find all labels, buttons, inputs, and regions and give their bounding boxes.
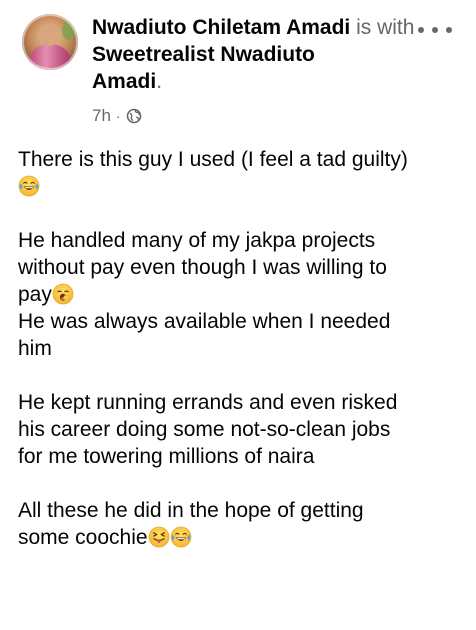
post-text: He kept running errands and even risked [18,391,398,414]
post-text-line: for me towering millions of naira [18,443,458,470]
post-text-line: There is this guy I used (I feel a tad g… [18,146,458,173]
more-options-icon[interactable] [418,22,452,38]
post-paragraph: There is this guy I used (I feel a tad g… [18,146,458,200]
post-text-line: without pay even though I was willing to [18,254,458,281]
post-text: his career doing some not-so-clean jobs [18,418,391,441]
tagged-name-link[interactable]: Sweetrealist Nwadiuto Amadi [92,43,315,93]
author-name-link[interactable]: Nwadiuto Chiletam Amadi [92,16,350,39]
meta-separator: · [115,108,121,124]
avatar-ring [22,14,78,70]
post-title: Nwadiuto Chiletam Amadi is with Sweetrea… [92,14,422,95]
post-text: He was always available when I needed [18,310,391,333]
facebook-post: Nwadiuto Chiletam Amadi is with Sweetrea… [0,0,476,630]
post-text-line: All these he did in the hope of getting [18,497,458,524]
post-text-line: He handled many of my jakpa projects [18,227,458,254]
post-text: for me towering millions of naira [18,445,315,468]
author-avatar[interactable] [22,14,78,70]
post-paragraph: He handled many of my jakpa projects with… [18,227,458,362]
post-text-line: some coochie [18,524,458,551]
more-dot [418,27,424,33]
squinting-tongue-emoji [148,526,169,548]
more-dot [446,27,452,33]
post-text: some coochie [18,526,148,549]
post-text: without pay even though I was willing to [18,256,387,279]
post-text: All these he did in the hope of getting [18,499,364,522]
post-text-line: him [18,335,458,362]
post-text: him [18,337,52,360]
tagged-name-line2: Amadi [92,70,157,93]
laugh-cry-emoji [18,175,40,197]
yawning-emoji [52,283,74,305]
post-text-line: He kept running errands and even risked [18,389,458,416]
post-text-line: He was always available when I needed [18,308,458,335]
post-text-line: his career doing some not-so-clean jobs [18,416,458,443]
globe-icon[interactable] [126,108,142,124]
post-paragraph: He kept running errands and even risked h… [18,389,458,470]
post-timestamp[interactable]: 7h [92,106,111,126]
tagged-name-line1: Sweetrealist Nwadiuto [92,43,315,66]
more-dot [432,27,438,33]
with-label: is with [350,16,415,39]
post-meta: 7h · [92,106,142,126]
post-text-line: pay [18,281,458,308]
post-text: pay [18,283,52,306]
post-text-line [18,173,458,200]
post-paragraph: All these he did in the hope of getting s… [18,497,458,551]
post-header: Nwadiuto Chiletam Amadi is with Sweetrea… [22,14,462,134]
post-body: There is this guy I used (I feel a tad g… [18,146,458,578]
laugh-cry-emoji [170,526,191,548]
post-text: There is this guy I used (I feel a tad g… [18,148,408,171]
title-period: . [156,70,163,93]
post-text: He handled many of my jakpa projects [18,229,376,252]
